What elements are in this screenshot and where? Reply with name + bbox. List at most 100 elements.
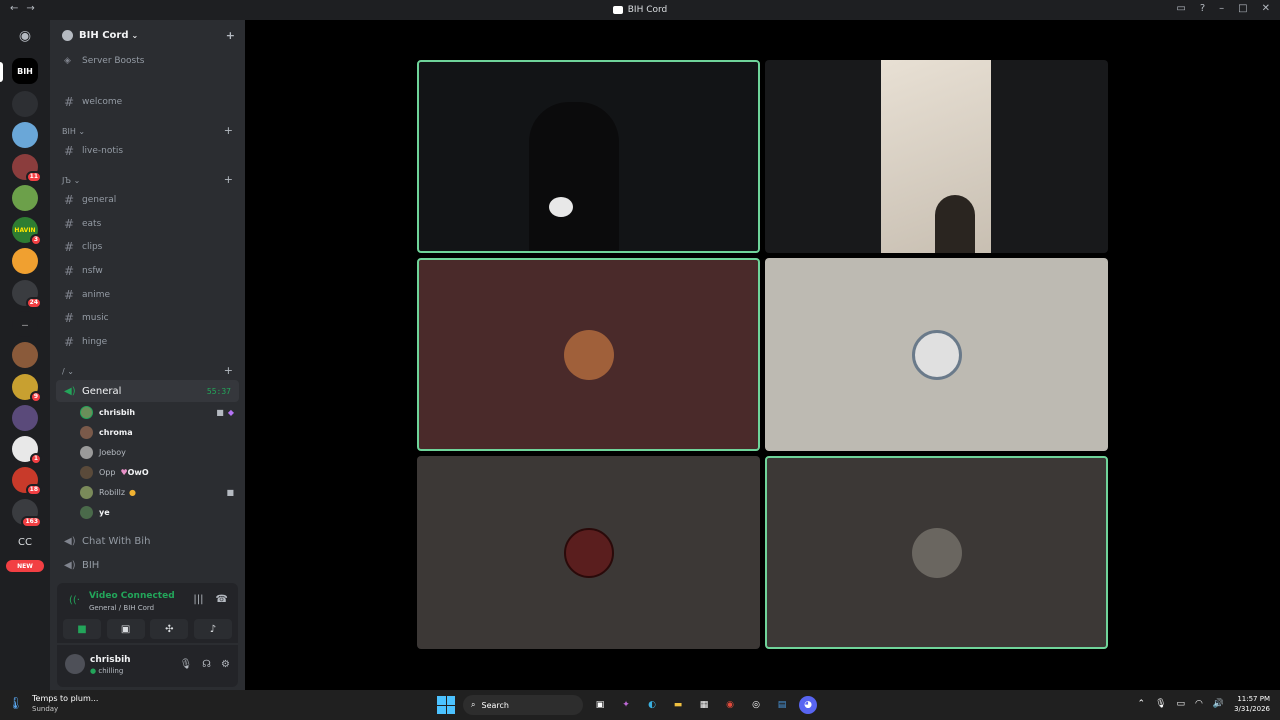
volume-icon[interactable]: 🔊 [1213, 699, 1224, 709]
soundboard-button[interactable]: ♪ [193, 619, 232, 639]
headphones-icon[interactable]: ☊ [202, 659, 211, 670]
guild-10[interactable] [12, 342, 38, 368]
network-icon[interactable]: ▭ [1177, 699, 1186, 709]
guild-11[interactable]: 9 [12, 374, 42, 403]
guild-5[interactable] [12, 185, 38, 211]
participant-avatar [911, 329, 962, 380]
disconnect-icon[interactable]: ☎ [216, 594, 228, 605]
boost-icon: ◈ [64, 56, 71, 66]
guild-badge: 9 [29, 391, 42, 403]
channel-hinge[interactable]: # hinge [56, 332, 239, 352]
add-channel-icon[interactable]: + [224, 124, 233, 137]
guild-13[interactable]: 1 [12, 436, 42, 465]
category-bih[interactable]: BIH ⌄ [62, 127, 85, 136]
notepad-icon[interactable]: ▤ [773, 696, 791, 714]
add-channel-icon[interactable]: + [224, 173, 233, 186]
chevron-up-icon[interactable]: ⌃ [1138, 699, 1146, 709]
channel-general[interactable]: # general [56, 190, 239, 210]
guild-7[interactable] [12, 248, 38, 274]
new-badge[interactable]: NEW [6, 560, 44, 572]
voice-member-opp[interactable]: Opp ♥OwO [80, 463, 240, 481]
avatar [80, 445, 93, 459]
voice-status-subtitle[interactable]: General / BIH Cord [89, 604, 154, 612]
avatar[interactable] [65, 654, 85, 674]
screenshare-button[interactable]: ▣ [106, 619, 145, 639]
weather-widget[interactable]: 🌡 Temps to plum... Sunday [8, 694, 98, 713]
guild-15[interactable]: 163 [12, 499, 42, 528]
store-icon[interactable]: ▦ [695, 696, 713, 714]
guild-3[interactable] [12, 122, 38, 148]
channel-anime[interactable]: # anime [56, 285, 239, 305]
guild-4[interactable]: 11 [12, 154, 42, 183]
channel-nsfw[interactable]: # nsfw [56, 261, 239, 281]
invite-people-icon[interactable]: + [226, 29, 235, 42]
chrome-icon[interactable]: ◉ [721, 696, 739, 714]
windows-start-icon[interactable] [437, 696, 455, 714]
video-tile-4[interactable] [765, 258, 1108, 451]
discord-home-icon[interactable]: ◉ [12, 23, 38, 49]
noise-suppression-icon[interactable]: ||| [193, 594, 203, 605]
video-tile-6[interactable] [765, 456, 1108, 649]
guild-havin[interactable]: HAVIN 3 [12, 217, 42, 246]
guild-cc[interactable]: CC [12, 529, 38, 555]
back-arrow-icon[interactable]: ← [10, 3, 18, 14]
guild-8[interactable]: 24 [12, 280, 42, 309]
taskbar-search[interactable]: ⌕ Search [463, 695, 583, 715]
help-icon[interactable]: ? [1200, 3, 1205, 14]
guild-bih[interactable]: BIH [12, 58, 38, 84]
voice-member-ye[interactable]: ye [80, 503, 240, 521]
camera-button[interactable]: ■ [63, 619, 101, 639]
copilot-icon[interactable]: ✦ [617, 696, 635, 714]
category-jb[interactable]: JЪ ⌄ [62, 176, 80, 185]
voice-channel-bih[interactable]: ◀) BIH [56, 554, 239, 576]
task-view-icon[interactable]: ▣ [591, 696, 609, 714]
settings-gear-icon[interactable]: ⚙ [221, 659, 230, 670]
channel-live-notis[interactable]: # live-notis [56, 141, 239, 161]
voice-member-joeboy[interactable]: Joeboy [80, 443, 240, 461]
speaker-icon: ◀) [64, 559, 76, 571]
channel-clips[interactable]: # clips [56, 237, 239, 257]
close-icon[interactable]: ✕ [1262, 3, 1270, 14]
guild-12[interactable] [12, 405, 38, 431]
signal-icon[interactable]: ((· [69, 595, 80, 606]
video-tile-3[interactable] [417, 258, 760, 451]
channel-sidebar: BIH Cord ⌄ + ◈ Server Boosts # welcome B… [50, 20, 245, 690]
microphone-icon[interactable]: 🎙 [179, 659, 192, 670]
video-tile-2[interactable] [765, 60, 1108, 253]
server-header[interactable]: BIH Cord ⌄ + [50, 20, 245, 50]
steam-icon[interactable]: ◎ [747, 696, 765, 714]
discord-taskbar-icon[interactable]: ◕ [799, 696, 817, 714]
guild-2[interactable] [12, 91, 38, 117]
voice-member-chrisbih[interactable]: chrisbih ■ ◆ [80, 403, 240, 421]
edge-icon[interactable]: ◐ [643, 696, 661, 714]
clock[interactable]: 11:57 PM 3/31/2026 [1234, 694, 1270, 714]
maximize-icon[interactable]: □ [1238, 3, 1247, 14]
camera-icon: ■ [216, 407, 224, 417]
guild-14[interactable]: 18 [12, 467, 42, 496]
voice-member-robillz[interactable]: Robillz ● ■ [80, 483, 240, 501]
forward-arrow-icon[interactable]: → [26, 3, 34, 14]
file-explorer-icon[interactable]: ▬ [669, 696, 687, 714]
minimize-icon[interactable]: – [1219, 3, 1224, 14]
inbox-icon[interactable]: ▭ [1176, 3, 1185, 14]
channel-welcome[interactable]: # welcome [56, 92, 239, 112]
user-status-label: chilling [98, 667, 124, 675]
mic-tray-icon[interactable]: 🎙 [1155, 699, 1166, 709]
channel-eats[interactable]: # eats [56, 214, 239, 234]
voice-member-chroma[interactable]: chroma [80, 423, 240, 441]
video-tile-1[interactable] [417, 60, 760, 253]
add-channel-icon[interactable]: + [224, 364, 233, 377]
server-boosts[interactable]: ◈ Server Boosts [56, 51, 239, 71]
member-name: Robillz [99, 487, 126, 497]
category-slash[interactable]: / ⌄ [62, 367, 74, 376]
member-name: ye [99, 507, 110, 517]
category-label: BIH [62, 127, 76, 136]
wifi-icon[interactable]: ◠ [1195, 699, 1203, 709]
guild-9[interactable]: … [12, 311, 38, 337]
voice-channel-chat-with-bih[interactable]: ◀) Chat With Bih [56, 530, 239, 552]
channel-label: clips [82, 242, 103, 252]
voice-channel-general[interactable]: ◀) General 55:37 [56, 380, 239, 402]
video-tile-5[interactable] [417, 456, 760, 649]
channel-music[interactable]: # music [56, 308, 239, 328]
activities-button[interactable]: ✣ [150, 619, 189, 639]
